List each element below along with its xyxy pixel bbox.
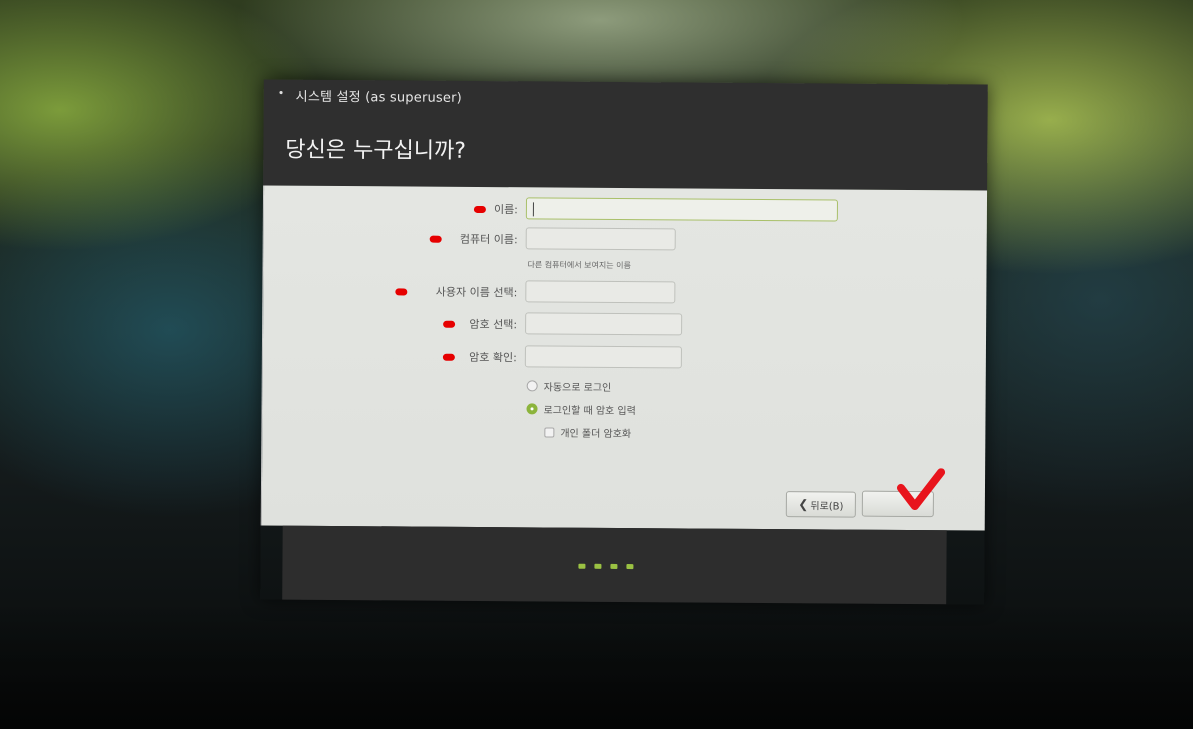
- auto-login-label: 자동으로 로그인: [543, 382, 612, 394]
- text-caret: [532, 202, 534, 217]
- progress-dot: [578, 563, 586, 569]
- red-checkmark-annotation: [896, 468, 946, 511]
- window-title: 시스템 설정 (as superuser): [295, 89, 462, 106]
- progress-footer: [282, 525, 947, 605]
- progress-dots: [578, 563, 634, 570]
- window-titlebar: • 시스템 설정 (as superuser) 당신은 누구십니까?: [263, 79, 988, 191]
- form-panel: 이름: 컴퓨터 이름: 다른 컴퓨터에서 보여지는 이름 사용자 이름 선택: …: [260, 185, 988, 531]
- encrypt-home-option[interactable]: 개인 폴더 암호화: [544, 424, 631, 440]
- page-heading: 당신은 누구십니까?: [285, 137, 467, 164]
- setup-window: • 시스템 설정 (as superuser) 당신은 누구십니까? 이름: 컴…: [260, 79, 988, 605]
- progress-dot: [626, 564, 634, 570]
- password-label: 암호 선택:: [469, 317, 518, 332]
- computer-name-hint: 다른 컴퓨터에서 보여지는 이름: [527, 260, 631, 271]
- window-menu-icon[interactable]: •: [278, 87, 286, 100]
- confirm-password-label: 암호 확인:: [469, 350, 517, 365]
- password-input[interactable]: [525, 312, 683, 336]
- chevron-left-icon: ❮: [798, 497, 809, 512]
- back-button[interactable]: ❮ 뒤로(B): [785, 491, 856, 518]
- require-password-option[interactable]: 로그인할 때 암호 입력: [526, 401, 636, 418]
- name-label: 이름:: [493, 203, 518, 217]
- confirm-password-input[interactable]: [524, 345, 682, 369]
- back-button-label: 뒤로(B): [810, 500, 844, 513]
- progress-dot: [610, 563, 618, 569]
- computer-name-input[interactable]: [525, 227, 676, 251]
- name-input[interactable]: [525, 197, 839, 222]
- background-vignette: [0, 600, 1193, 729]
- username-input[interactable]: [525, 280, 676, 304]
- encrypt-home-label: 개인 폴더 암호화: [560, 428, 632, 441]
- radio-button[interactable]: [526, 380, 538, 392]
- progress-dot: [594, 563, 602, 569]
- auto-login-option[interactable]: 자동으로 로그인: [526, 378, 612, 394]
- checkbox[interactable]: [544, 426, 555, 438]
- computer-name-label: 컴퓨터 이름:: [459, 232, 518, 247]
- radio-button-selected[interactable]: [526, 403, 538, 415]
- require-password-label: 로그인할 때 암호 입력: [543, 405, 636, 418]
- username-label: 사용자 이름 선택:: [435, 285, 518, 300]
